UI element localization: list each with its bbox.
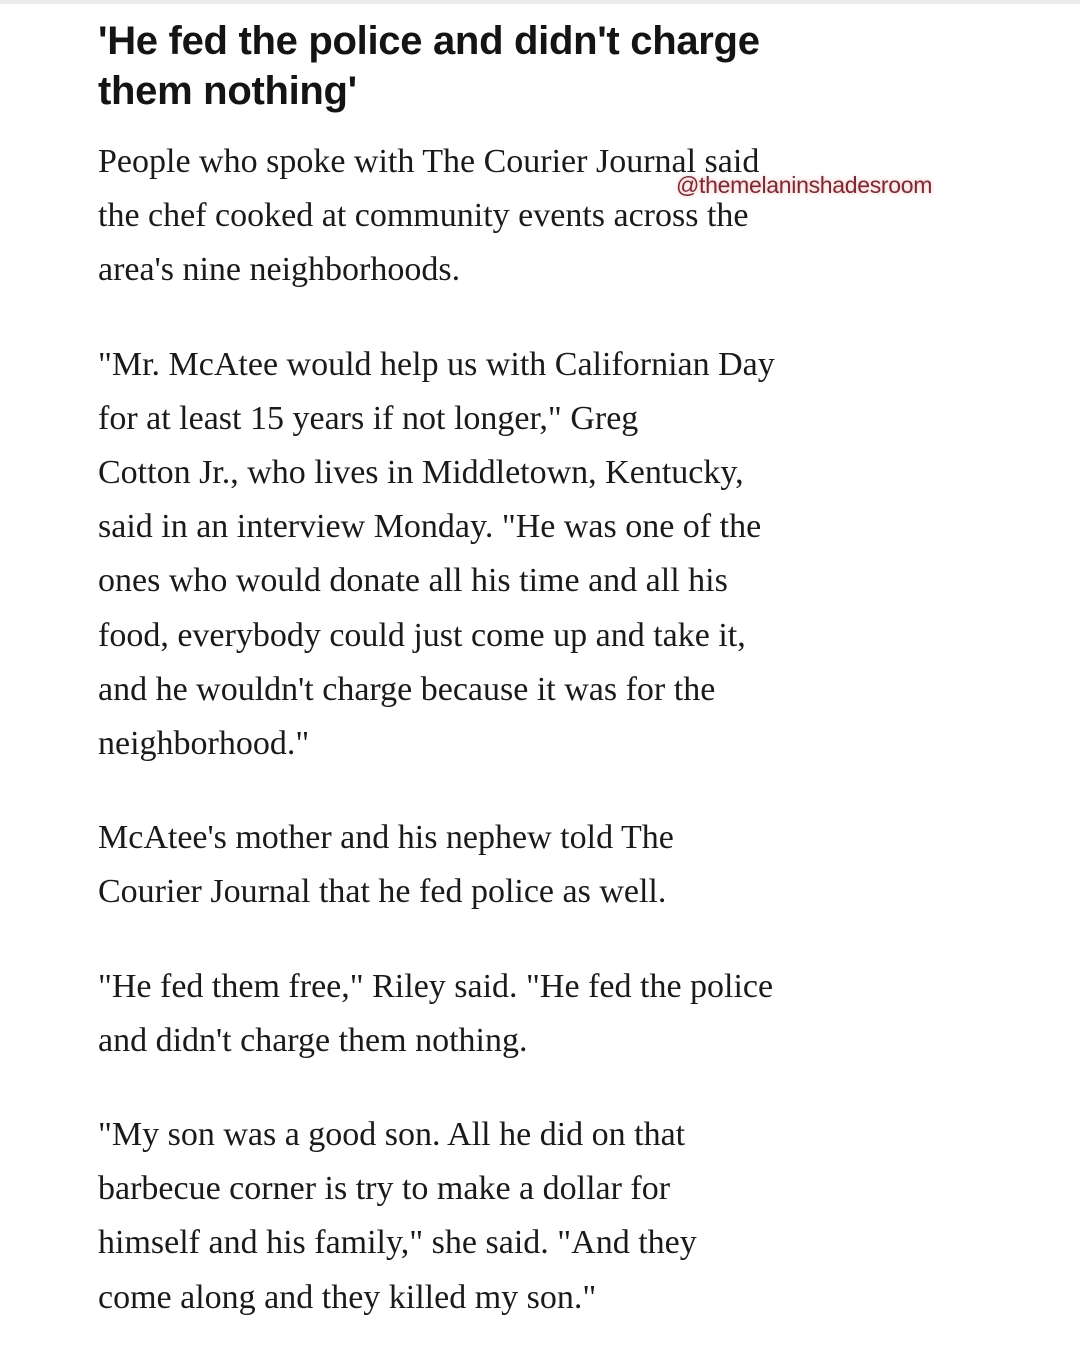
headline-line: them nothing' — [98, 69, 357, 113]
paragraph-line: Courier Journal that he fed police as we… — [98, 873, 667, 911]
paragraph-line: area's nine neighborhoods. — [98, 251, 461, 289]
article-body: People who spoke with The Courier Journa… — [98, 135, 998, 1365]
paragraph-line: Cotton Jr., who lives in Middletown, Ken… — [98, 454, 744, 492]
watermark-handle: @themelaninshadesroom — [676, 172, 933, 198]
paragraph-line: neighborhood." — [98, 725, 310, 763]
paragraph-line: food, everybody could just come up and t… — [98, 616, 746, 654]
article-paragraph: "He fed them free," Riley said. "He fed … — [98, 960, 998, 1068]
article-paragraph: People who spoke with The Courier Journa… — [98, 135, 998, 298]
paragraph-line: barbecue corner is try to make a dollar … — [98, 1170, 671, 1208]
paragraph-line: and he wouldn't charge because it was fo… — [98, 670, 716, 708]
paragraph-line: come along and they killed my son." — [98, 1278, 597, 1316]
article-headline: 'He fed the police and didn't charge the… — [98, 16, 998, 116]
paragraph-line: himself and his family," she said. "And … — [98, 1224, 697, 1262]
paragraph-line: for at least 15 years if not longer," Gr… — [98, 399, 639, 437]
paragraph-line: said in an interview Monday. "He was one… — [98, 508, 762, 546]
top-border — [0, 0, 1080, 4]
article-paragraph: "My son was a good son. All he did on th… — [98, 1108, 998, 1325]
paragraph-line: and didn't charge them nothing. — [98, 1021, 528, 1059]
article-paragraph: McAtee's mother and his nephew told The C… — [98, 811, 998, 919]
paragraph-line: "He fed them free," Riley said. "He fed … — [98, 967, 774, 1005]
article-paragraph: "Mr. McAtee would help us with Californi… — [98, 338, 998, 772]
paragraph-line: "Mr. McAtee would help us with Californi… — [98, 345, 775, 383]
paragraph-line: ones who would donate all his time and a… — [98, 562, 728, 600]
headline-line: 'He fed the police and didn't charge — [98, 19, 760, 63]
paragraph-line: "My son was a good son. All he did on th… — [98, 1116, 686, 1154]
paragraph-line: McAtee's mother and his nephew told The — [98, 819, 674, 857]
